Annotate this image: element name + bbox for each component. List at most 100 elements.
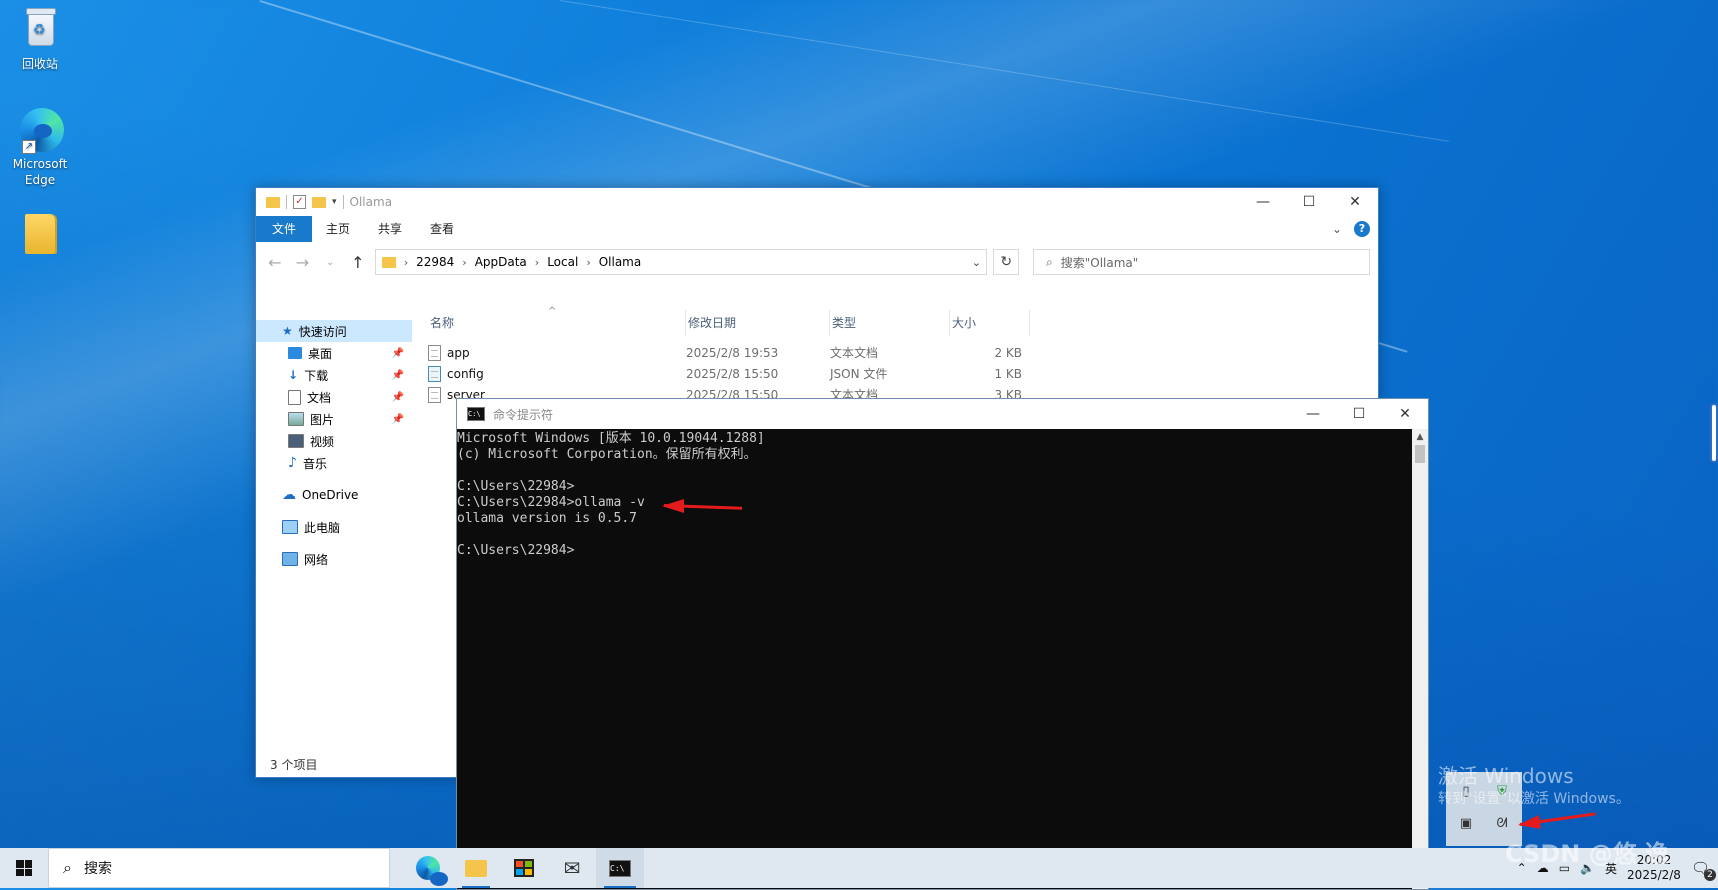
pin-icon: 📌 — [391, 413, 404, 425]
desktop-icon-label: 回收站 — [21, 57, 58, 71]
close-button[interactable]: ✕ — [1382, 399, 1428, 429]
taskbar-mail[interactable]: ✉ — [548, 848, 596, 888]
up-icon[interactable]: ↑ — [347, 253, 369, 272]
sort-ascending-icon: ^ — [548, 306, 557, 317]
nav-onedrive[interactable]: ☁ OneDrive — [256, 484, 412, 506]
download-icon: ↓ — [288, 368, 299, 382]
tab-view[interactable]: 查看 — [416, 216, 468, 242]
back-icon[interactable]: ← — [264, 253, 286, 272]
vm-icon[interactable]: ▣ — [1458, 816, 1474, 832]
text-file-icon — [428, 344, 441, 361]
column-type[interactable]: 类型 — [830, 310, 950, 336]
pin-icon: 📌 — [391, 369, 404, 381]
window-title: 命令提示符 — [493, 407, 554, 422]
taskbar-search[interactable]: ⌕ 搜索 — [48, 848, 390, 888]
nav-item-videos[interactable]: 视频 — [256, 430, 412, 452]
documents-icon — [288, 389, 301, 405]
minimize-button[interactable]: — — [1240, 188, 1286, 216]
file-row[interactable]: app 2025/2/8 19:53 文本文档 2 KB — [428, 342, 1378, 363]
mail-icon: ✉ — [563, 856, 581, 880]
annotation-arrowhead — [662, 499, 684, 513]
ollama-icon[interactable]: ᘛ — [1494, 816, 1510, 832]
scroll-up-icon[interactable]: ▲ — [1412, 429, 1428, 445]
nav-item-desktop[interactable]: 桌面 📌 — [256, 342, 412, 364]
pin-icon: 📌 — [391, 347, 404, 359]
windows-logo-icon — [16, 860, 32, 876]
maximize-button[interactable]: ☐ — [1286, 188, 1332, 216]
forward-icon[interactable]: → — [292, 253, 314, 272]
chevron-down-icon[interactable]: ⌄ — [966, 256, 986, 269]
search-input[interactable]: ⌕ 搜索"Ollama" — [1033, 249, 1371, 275]
start-button[interactable] — [0, 848, 48, 888]
minimize-button[interactable]: — — [1290, 399, 1336, 429]
help-icon[interactable]: ? — [1354, 221, 1370, 237]
recycle-bin-icon: ♻ — [20, 8, 60, 52]
cloud-icon: ☁ — [282, 487, 296, 503]
expand-ribbon-icon[interactable]: ⌄ — [1332, 222, 1342, 236]
recent-locations-icon[interactable]: ⌄ — [319, 257, 341, 268]
properties-icon[interactable]: ✓ — [293, 195, 306, 209]
nav-this-pc[interactable]: 此电脑 — [256, 516, 412, 538]
tab-share[interactable]: 共享 — [364, 216, 416, 242]
maximize-button[interactable]: ☐ — [1336, 399, 1382, 429]
desktop-icon-edge[interactable]: ↗ Microsoft Edge — [0, 108, 80, 188]
text-file-icon — [428, 386, 441, 403]
breadcrumb-item[interactable]: AppData — [475, 255, 527, 269]
refresh-icon[interactable]: ↻ — [993, 249, 1019, 275]
notification-count: 2 — [1704, 869, 1716, 881]
nav-item-pictures[interactable]: 图片 📌 — [256, 408, 412, 430]
breadcrumb-item[interactable]: Local — [547, 255, 578, 269]
new-folder-icon[interactable] — [312, 196, 326, 208]
desktop-icon-recycle-bin[interactable]: ♻ 回收站 — [0, 8, 80, 72]
scrollbar-thumb[interactable] — [1415, 445, 1425, 463]
folder-icon — [465, 859, 487, 877]
nav-network[interactable]: 网络 — [256, 548, 412, 570]
console-output[interactable]: Microsoft Windows [版本 10.0.19044.1288] (… — [457, 429, 1412, 889]
star-icon: ★ — [282, 324, 293, 338]
cmd-icon: C:\ — [609, 859, 631, 877]
tab-file[interactable]: 文件 — [256, 216, 313, 242]
address-bar[interactable]: › 22984 › AppData › Local › Ollama ⌄ — [374, 249, 988, 275]
cmd-titlebar[interactable]: C:\ 命令提示符 — ☐ ✕ — [457, 399, 1428, 429]
command-prompt-window[interactable]: C:\ 命令提示符 — ☐ ✕ Microsoft Windows [版本 10… — [456, 398, 1429, 890]
file-row[interactable]: config 2025/2/8 15:50 JSON 文件 1 KB — [428, 363, 1378, 384]
folder-icon — [381, 256, 396, 268]
pin-icon: 📌 — [391, 391, 404, 403]
nav-quick-access[interactable]: ★ 快速访问 — [256, 320, 412, 342]
customize-toolbar-icon[interactable]: ▾ — [332, 197, 337, 207]
close-button[interactable]: ✕ — [1332, 188, 1378, 216]
window-title: Ollama — [349, 195, 393, 209]
breadcrumb-item[interactable]: 22984 — [416, 255, 454, 269]
activation-watermark-title: 激活 Windows — [1438, 764, 1574, 788]
scrollbar[interactable]: ▲ — [1412, 429, 1428, 889]
json-file-icon — [428, 365, 441, 382]
edge-scroll-handle[interactable] — [1710, 403, 1718, 463]
annotation-arrowhead — [1517, 815, 1541, 832]
taskbar-store[interactable] — [500, 848, 548, 888]
taskbar-file-explorer[interactable] — [452, 848, 500, 888]
nav-item-downloads[interactable]: ↓ 下载 📌 — [256, 364, 412, 386]
csdn-watermark: CSDN @悠 逸 — [1505, 840, 1670, 868]
tab-home[interactable]: 主页 — [312, 216, 364, 242]
taskbar: ⌕ 搜索 ✉ C:\ ⌃ ☁ ▭ 🔈 英 20:02 2025/2/8 🗨 2 — [0, 848, 1718, 888]
console-line: ollama version is 0.5.7 — [457, 511, 638, 526]
search-icon: ⌕ — [63, 858, 72, 877]
desktop-icon-folder[interactable] — [0, 214, 80, 262]
column-name[interactable]: 名称 — [428, 310, 686, 336]
nav-item-documents[interactable]: 文档 📌 — [256, 386, 412, 408]
computer-icon — [282, 520, 298, 534]
explorer-titlebar[interactable]: ✓ ▾ Ollama — ☐ ✕ — [256, 188, 1378, 216]
taskbar-edge[interactable] — [404, 848, 452, 888]
taskbar-command-prompt[interactable]: C:\ — [596, 848, 644, 888]
nav-item-music[interactable]: ♪ 音乐 — [256, 452, 412, 474]
search-placeholder: 搜索"Ollama" — [1060, 255, 1139, 270]
console-line: (c) Microsoft Corporation。保留所有权利。 — [457, 447, 757, 462]
breadcrumb-item[interactable]: Ollama — [599, 255, 642, 269]
notification-icon[interactable]: 🗨 2 — [1691, 859, 1716, 881]
column-size[interactable]: 大小 — [950, 310, 1030, 336]
navigation-pane: ★ 快速访问 桌面 📌 ↓ 下载 📌 文档 📌 图片 📌 视频 ♪ 音乐 ☁ O… — [256, 310, 412, 755]
column-date[interactable]: 修改日期 — [686, 310, 830, 336]
clock-date: 2025/2/8 — [1627, 868, 1681, 882]
